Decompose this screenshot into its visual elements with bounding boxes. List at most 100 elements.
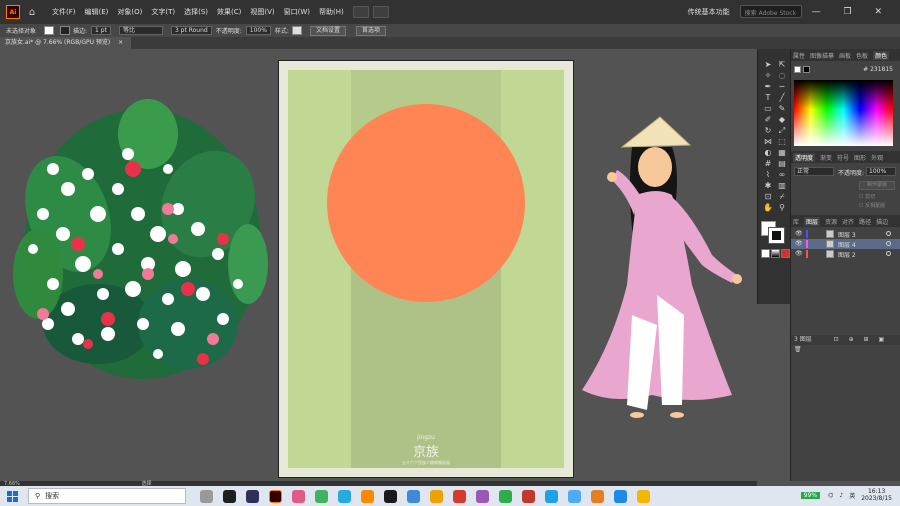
tab-color[interactable]: 颜色 <box>873 50 890 60</box>
slice-tool-icon[interactable]: ⌿ <box>775 191 789 202</box>
app-icon[interactable] <box>430 489 443 503</box>
variable-width-profile[interactable]: 等比 <box>118 26 163 35</box>
eyedropper-tool-icon[interactable]: ⌇ <box>761 169 775 180</box>
edge-icon[interactable] <box>338 489 351 503</box>
layer-name[interactable]: 图层 4 <box>838 240 856 249</box>
app-icon[interactable] <box>476 489 489 503</box>
menu-window[interactable]: 窗口(W) <box>284 7 310 17</box>
workspace-switcher[interactable]: 传统基本功能 <box>688 7 730 17</box>
tab-align[interactable]: 对齐 <box>842 217 854 226</box>
make-mask-button[interactable]: 制作蒙版 <box>859 181 895 190</box>
windows-start-icon[interactable] <box>4 487 22 505</box>
app-icon[interactable] <box>545 489 558 503</box>
pen-tool-icon[interactable]: ✒ <box>761 81 775 92</box>
ime-indicator[interactable]: 英 <box>849 491 855 500</box>
menu-effect[interactable]: 效果(C) <box>217 7 241 17</box>
tab-stroke[interactable]: 描边 <box>876 217 888 226</box>
eraser-tool-icon[interactable]: ◆ <box>775 114 789 125</box>
invert-mask-checkbox[interactable]: ☐ 反相蒙版 <box>859 202 885 209</box>
qq-icon[interactable] <box>384 489 397 503</box>
volume-icon[interactable]: ♪ <box>839 492 843 499</box>
color-mode-icon[interactable] <box>761 249 770 258</box>
column-graph-tool-icon[interactable]: ▥ <box>775 180 789 191</box>
taskbar-search-input[interactable]: ⚲ 搜索 <box>28 488 186 504</box>
target-circle-icon[interactable] <box>886 241 891 246</box>
fill-swatch[interactable] <box>44 26 55 35</box>
pencil-tool-icon[interactable]: ✐ <box>761 114 775 125</box>
tab-layers[interactable]: 图层 <box>804 216 821 226</box>
app-icon[interactable] <box>522 489 535 503</box>
app-icon[interactable] <box>637 489 650 503</box>
opacity-field[interactable]: 100% <box>866 167 896 176</box>
target-circle-icon[interactable] <box>886 251 891 256</box>
layer-name[interactable]: 图层 2 <box>838 250 856 259</box>
layer-row[interactable]: 👁 图层 3 <box>791 229 900 239</box>
tab-symbols[interactable]: 符号 <box>837 153 849 162</box>
menu-type[interactable]: 文字(T) <box>151 7 175 17</box>
app-icon[interactable] <box>591 489 604 503</box>
close-tab-icon[interactable]: × <box>118 39 123 46</box>
line-tool-icon[interactable]: ╱ <box>775 92 789 103</box>
tab-artboards[interactable]: 画板 <box>839 51 851 60</box>
network-icon[interactable]: ⌬ <box>828 492 833 499</box>
blend-mode-select[interactable]: 正常 <box>794 167 834 176</box>
jing-woman-illustration[interactable] <box>572 115 752 425</box>
gradient-mode-icon[interactable] <box>771 249 780 258</box>
arrange-documents-icon[interactable] <box>352 6 369 18</box>
magic-wand-tool-icon[interactable]: ✧ <box>761 70 775 81</box>
brush-definition[interactable]: 3 pt Round <box>170 26 212 35</box>
hand-tool-icon[interactable]: ✋ <box>761 202 775 213</box>
visibility-eye-icon[interactable]: 👁 <box>795 250 803 257</box>
hex-value-field[interactable]: # 231815 <box>863 66 893 73</box>
tab-graphic-styles[interactable]: 图形 <box>854 153 866 162</box>
curvature-tool-icon[interactable]: ∽ <box>775 81 789 92</box>
scale-tool-icon[interactable]: ⤢ <box>775 125 789 136</box>
tab-assets[interactable]: 资源 <box>825 217 837 226</box>
layer-row[interactable]: 👁 图层 2 <box>791 249 900 259</box>
stroke-swatch[interactable] <box>60 26 71 35</box>
stroke-color-icon[interactable] <box>768 227 785 244</box>
color-spectrum[interactable] <box>794 80 893 146</box>
paintbrush-tool-icon[interactable]: ✎ <box>775 103 789 114</box>
free-transform-tool-icon[interactable]: ⬚ <box>775 136 789 147</box>
tab-appearance[interactable]: 外观 <box>871 153 883 162</box>
app-icon[interactable] <box>568 489 581 503</box>
document-tab[interactable]: 京族女.ai* @ 7.66% (RGB/GPU 预览) × <box>0 37 132 49</box>
tab-libraries[interactable]: 库 <box>793 217 799 226</box>
visibility-eye-icon[interactable]: 👁 <box>795 230 803 237</box>
lasso-tool-icon[interactable]: ◌ <box>775 70 789 81</box>
app-icon[interactable] <box>499 489 512 503</box>
window-controls[interactable]: — ❐ ✕ <box>812 7 892 17</box>
menu-select[interactable]: 选择(S) <box>184 7 208 17</box>
graphic-style-swatch[interactable] <box>291 26 302 35</box>
layer-name[interactable]: 图层 3 <box>838 230 856 239</box>
photoshop-icon[interactable] <box>246 489 259 503</box>
menu-edit[interactable]: 编辑(E) <box>85 7 109 17</box>
illustrator-icon[interactable] <box>269 489 282 503</box>
fill-indicator[interactable] <box>794 66 801 73</box>
rotate-tool-icon[interactable]: ↻ <box>761 125 775 136</box>
document-setup-button[interactable]: 文档设置 <box>309 25 346 36</box>
battery-indicator[interactable]: 99% <box>800 491 821 499</box>
perspective-grid-tool-icon[interactable]: ▦ <box>775 147 789 158</box>
tab-image-trace[interactable]: 图像描摹 <box>810 51 834 60</box>
preferences-button[interactable]: 首选项 <box>355 25 386 36</box>
menu-help[interactable]: 帮助(H) <box>319 7 344 17</box>
browser-icon[interactable] <box>361 489 374 503</box>
opacity-field[interactable]: 100% <box>245 26 271 35</box>
fill-stroke-widget[interactable] <box>761 221 785 244</box>
width-tool-icon[interactable]: ⋈ <box>761 136 775 147</box>
none-mode-icon[interactable] <box>781 249 790 258</box>
rectangle-tool-icon[interactable]: ▭ <box>761 103 775 114</box>
tab-gradient[interactable]: 渐变 <box>820 153 832 162</box>
tab-properties[interactable]: 属性 <box>793 51 805 60</box>
app-icon[interactable] <box>453 489 466 503</box>
target-circle-icon[interactable] <box>886 231 891 236</box>
zoom-tool-icon[interactable]: ⚲ <box>775 202 789 213</box>
illustrator-logo-icon[interactable]: Ai <box>6 5 20 19</box>
artboard[interactable]: jingzu 京族 五十六个民族人物神像插画 <box>278 60 574 478</box>
artboard-tool-icon[interactable]: ⊡ <box>761 191 775 202</box>
clip-checkbox[interactable]: ☐ 剪切 <box>859 193 875 200</box>
stroke-indicator[interactable] <box>803 66 810 73</box>
tab-swatches[interactable]: 色板 <box>856 51 868 60</box>
